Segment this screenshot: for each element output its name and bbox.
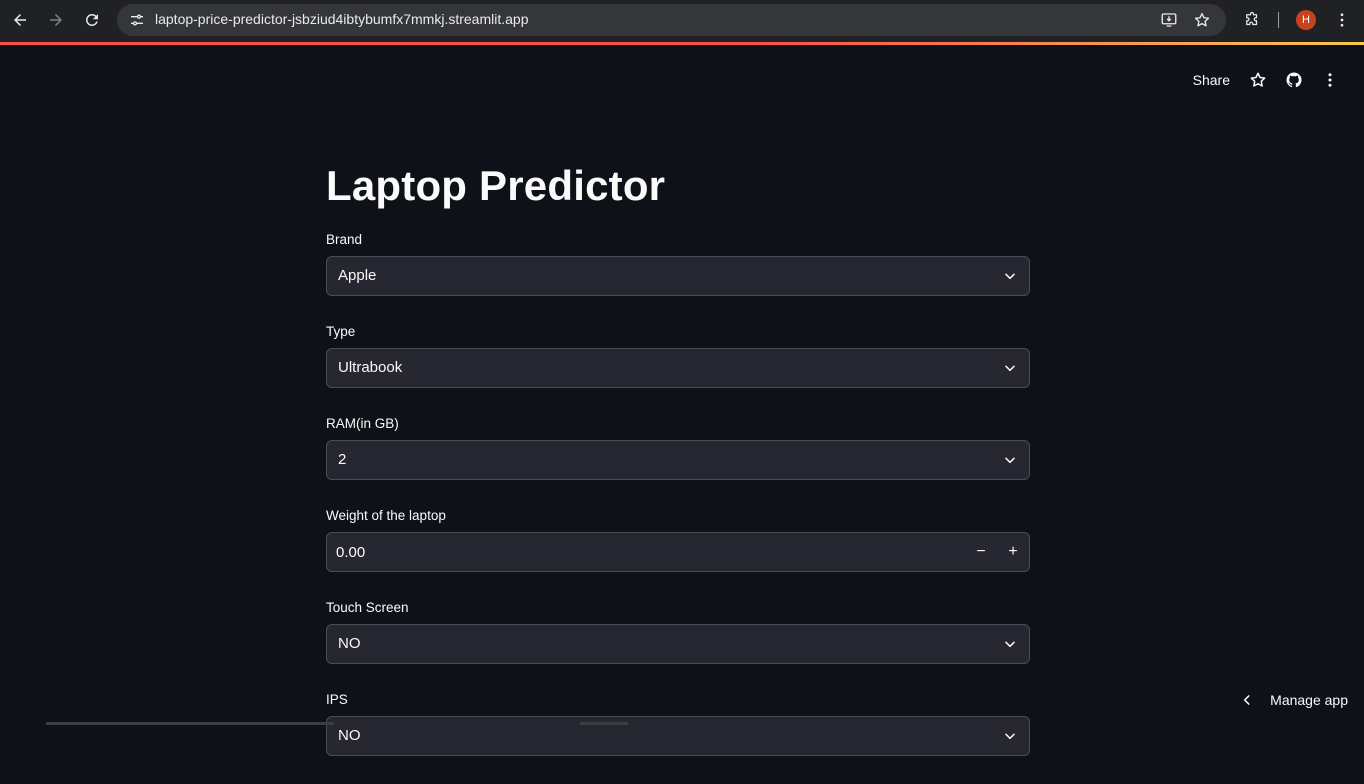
weight-number-input: − +: [326, 532, 1030, 572]
ram-select[interactable]: 2: [326, 440, 1030, 480]
back-button[interactable]: [8, 8, 32, 32]
chevron-left-icon: [1240, 693, 1254, 707]
github-button[interactable]: [1284, 70, 1304, 90]
weight-input[interactable]: [327, 533, 967, 571]
site-info-button[interactable]: [125, 8, 149, 32]
touch-screen-label: Touch Screen: [326, 600, 1030, 620]
ips-label: IPS: [326, 692, 1030, 712]
chrome-menu-button[interactable]: [1332, 9, 1352, 31]
more-vertical-icon: [1321, 71, 1339, 89]
browser-toolbar: laptop-price-predictor-jsbziud4ibtybumfx…: [0, 0, 1364, 44]
brand-field: Brand Apple: [326, 232, 1030, 296]
touch-screen-select[interactable]: NO: [326, 624, 1030, 664]
type-field: Type Ultrabook: [326, 324, 1030, 388]
app-toolbar: Share: [1193, 68, 1340, 92]
touch-screen-selected-value: NO: [338, 635, 361, 652]
weight-field: Weight of the laptop − +: [326, 508, 1030, 572]
chevron-down-icon: [1003, 269, 1017, 283]
install-app-button[interactable]: [1158, 9, 1180, 31]
type-select[interactable]: Ultrabook: [326, 348, 1030, 388]
chevron-down-icon: [1003, 729, 1017, 743]
ips-select[interactable]: NO: [326, 716, 1030, 756]
main-content: Laptop Predictor Brand Apple Type Ultrab…: [326, 160, 1030, 784]
manage-app-button[interactable]: Manage app: [1240, 689, 1348, 711]
brand-selected-value: Apple: [338, 267, 376, 284]
star-icon: [1249, 71, 1267, 89]
extensions-button[interactable]: [1241, 9, 1263, 31]
type-label: Type: [326, 324, 1030, 344]
puzzle-icon: [1243, 11, 1261, 29]
streamlit-decoration-bar: [0, 42, 1364, 45]
url-text[interactable]: laptop-price-predictor-jsbziud4ibtybumfx…: [155, 11, 528, 27]
manage-app-label: Manage app: [1270, 692, 1348, 708]
tune-icon: [129, 12, 145, 28]
address-bar[interactable]: laptop-price-predictor-jsbziud4ibtybumfx…: [117, 4, 1226, 36]
arrow-left-icon: [11, 11, 29, 29]
install-icon: [1160, 11, 1178, 29]
ram-field: RAM(in GB) 2: [326, 416, 1030, 480]
chevron-down-icon: [1003, 637, 1017, 651]
forward-button[interactable]: [44, 8, 68, 32]
ips-selected-value: NO: [338, 727, 361, 744]
brand-select[interactable]: Apple: [326, 256, 1030, 296]
brand-label: Brand: [326, 232, 1030, 252]
share-button[interactable]: Share: [1193, 72, 1230, 88]
profile-avatar[interactable]: H: [1296, 10, 1316, 30]
type-selected-value: Ultrabook: [338, 359, 402, 376]
touch-screen-field: Touch Screen NO: [326, 600, 1030, 664]
ram-label: RAM(in GB): [326, 416, 1030, 436]
more-vertical-icon: [1333, 11, 1351, 29]
weight-decrement-button[interactable]: −: [965, 533, 997, 571]
chevron-down-icon: [1003, 361, 1017, 375]
weight-label: Weight of the laptop: [326, 508, 1030, 528]
weight-increment-button[interactable]: +: [997, 533, 1029, 571]
page-title: Laptop Predictor: [326, 160, 1030, 212]
github-icon: [1285, 71, 1303, 89]
toolbar-divider: [1278, 12, 1279, 28]
reload-button[interactable]: [80, 8, 104, 32]
ips-field: IPS NO: [326, 692, 1030, 756]
arrow-right-icon: [47, 11, 65, 29]
bookmark-button[interactable]: [1191, 9, 1213, 31]
star-outline-icon: [1193, 11, 1211, 29]
chevron-down-icon: [1003, 453, 1017, 467]
favorite-button[interactable]: [1248, 70, 1268, 90]
reload-icon: [83, 11, 101, 29]
ram-selected-value: 2: [338, 451, 346, 468]
main-menu-button[interactable]: [1320, 70, 1340, 90]
